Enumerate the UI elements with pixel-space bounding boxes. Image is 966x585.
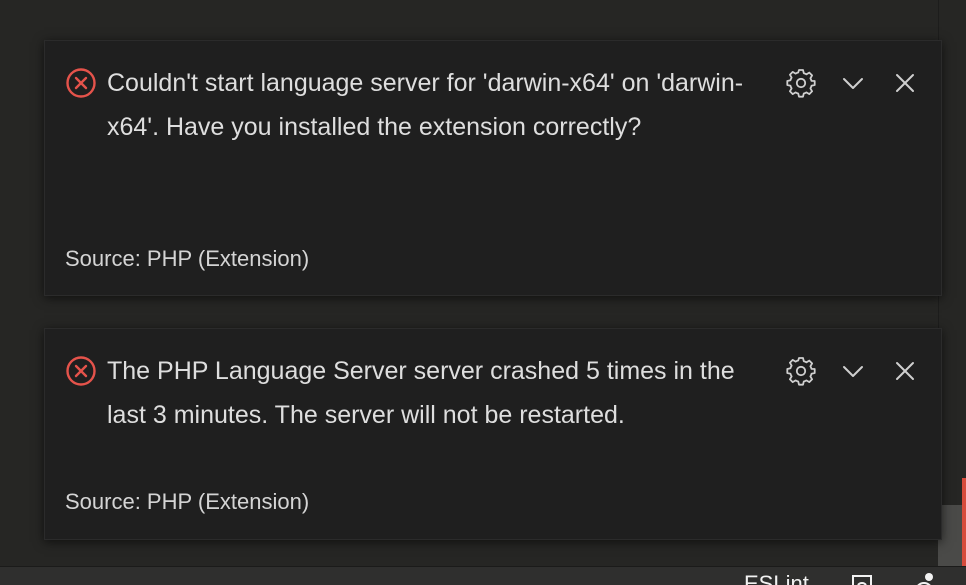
notification-source: Source: PHP (Extension)	[65, 246, 310, 271]
gear-icon[interactable]	[785, 67, 817, 99]
chevron-down-icon[interactable]	[837, 67, 869, 99]
bell-icon[interactable]	[910, 573, 938, 585]
status-bar: ESLint	[0, 566, 966, 585]
broadcast-icon[interactable]	[850, 573, 876, 585]
close-icon[interactable]	[889, 355, 921, 387]
error-marker	[962, 478, 966, 566]
notification-message: The PHP Language Server server crashed 5…	[107, 357, 735, 429]
notification-toast: Couldn't start language server for 'darw…	[44, 40, 942, 296]
status-eslint[interactable]: ESLint	[744, 571, 809, 585]
notification-message: Couldn't start language server for 'darw…	[107, 69, 744, 141]
notification-source: Source: PHP (Extension)	[65, 489, 310, 514]
error-circle-icon	[66, 68, 96, 98]
gear-icon[interactable]	[785, 355, 817, 387]
notification-toast: The PHP Language Server server crashed 5…	[44, 328, 942, 540]
notification-actions	[785, 355, 925, 387]
notification-actions	[785, 67, 925, 99]
error-circle-icon	[66, 356, 96, 386]
chevron-down-icon[interactable]	[837, 355, 869, 387]
close-icon[interactable]	[889, 67, 921, 99]
